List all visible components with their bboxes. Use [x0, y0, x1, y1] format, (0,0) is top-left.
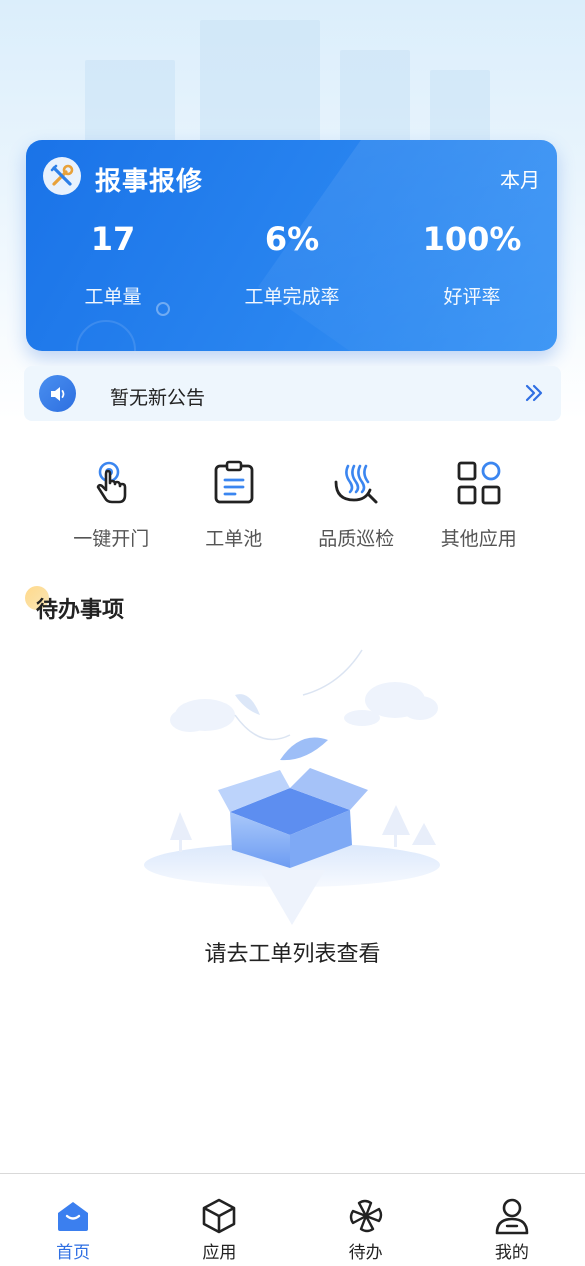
stat-praise-rate: 100% 好评率: [387, 220, 557, 309]
pinwheel-icon: [293, 1196, 439, 1236]
stat-work-orders: 17 工单量: [28, 220, 198, 309]
clipboard-icon: [173, 456, 296, 510]
app-label: 工单池: [205, 528, 263, 550]
empty-box-illustration: [144, 649, 440, 925]
tab-home[interactable]: 首页: [0, 1174, 146, 1266]
tab-apps[interactable]: 应用: [146, 1174, 292, 1266]
tab-label: 我的: [494, 1243, 529, 1263]
empty-state-text: 请去工单列表查看: [204, 942, 381, 967]
app-label: 品质巡检: [318, 528, 395, 550]
stat-value: 100%: [422, 220, 522, 258]
tab-label: 首页: [56, 1243, 91, 1263]
todo-section-title: 待办事项: [36, 598, 125, 623]
app-label: 其他应用: [440, 528, 517, 550]
stat-completion-rate: 6% 工单完成率: [207, 220, 377, 309]
speaker-icon: [39, 375, 76, 412]
quick-apps: 一键开门 工单池 品质巡检 其他应用: [50, 456, 540, 556]
double-chevron-right-icon[interactable]: [523, 381, 545, 405]
home-icon: [0, 1196, 146, 1236]
inspection-icon: [295, 456, 418, 510]
repair-report-card[interactable]: 报事报修 本月 17 工单量 6% 工单完成率 100% 好评率: [26, 140, 557, 351]
cube-icon: [146, 1196, 292, 1236]
app-other-apps[interactable]: 其他应用: [418, 456, 541, 556]
app-quality-inspection[interactable]: 品质巡检: [295, 456, 418, 556]
period-selector[interactable]: 本月: [500, 164, 540, 193]
tab-label: 待办: [348, 1243, 383, 1263]
app-label: 一键开门: [73, 528, 150, 550]
tab-label: 应用: [202, 1243, 237, 1263]
stat-label: 好评率: [443, 286, 501, 308]
user-icon: [439, 1196, 585, 1236]
tab-mine[interactable]: 我的: [439, 1174, 585, 1266]
bottom-tab-bar: 首页 应用 待办 我的: [0, 1173, 585, 1266]
stat-value: 6%: [264, 220, 320, 258]
stat-value: 17: [90, 220, 136, 258]
announcement-text: 暂无新公告: [110, 387, 206, 409]
stat-label: 工单完成率: [244, 286, 340, 308]
grid-apps-icon: [418, 456, 541, 510]
tab-todo[interactable]: 待办: [293, 1174, 439, 1266]
tap-finger-icon: [50, 456, 173, 510]
app-one-key-door[interactable]: 一键开门: [50, 456, 173, 556]
announcement-bar[interactable]: 暂无新公告: [24, 366, 561, 421]
stat-label: 工单量: [84, 286, 142, 308]
card-title: 报事报修: [95, 167, 204, 197]
tools-icon: [43, 157, 81, 195]
app-work-order-pool[interactable]: 工单池: [173, 456, 296, 556]
